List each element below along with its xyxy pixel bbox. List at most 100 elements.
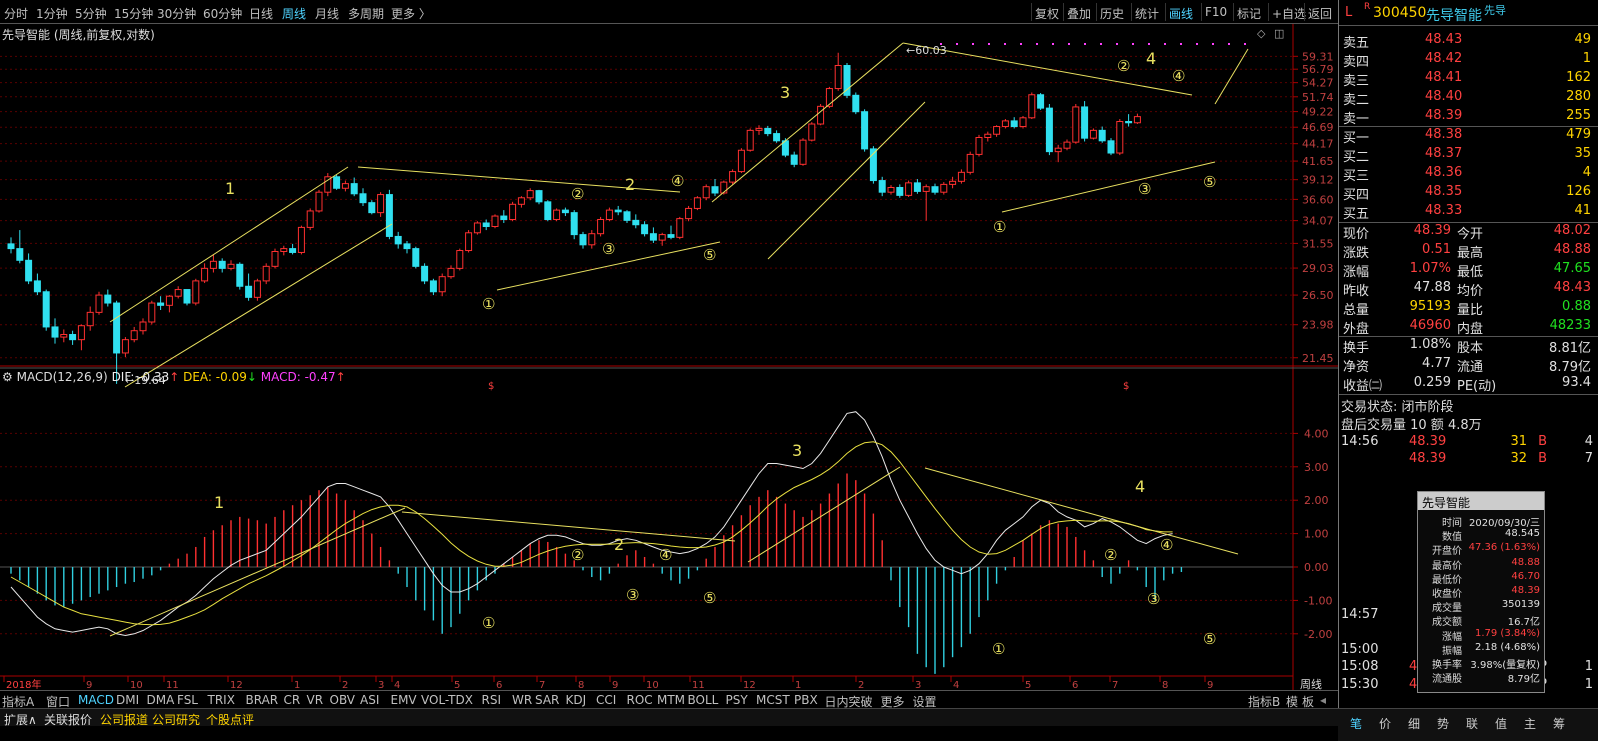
tooltip-row: 涨幅 1.79 (3.84%) [1418, 628, 1544, 643]
toolbar-stats[interactable]: 统计 [1131, 3, 1162, 21]
period-60min[interactable]: 60分钟 [203, 5, 242, 22]
macd-tick-label: 4.00 [1304, 427, 1329, 440]
tooltip-value: 8.79亿 [1507, 674, 1540, 686]
footer-company-research[interactable]: 公司研究 [152, 711, 200, 728]
right-footer-tab-0[interactable]: 笔 [1350, 715, 1362, 732]
footer-company-reports[interactable]: 公司报道 [100, 711, 148, 728]
indicator-tab-9[interactable]: VR [307, 693, 324, 707]
tooltip-value: 3.98%(量复权) [1470, 660, 1540, 671]
indicator-tab-2[interactable]: MACD [78, 693, 114, 707]
period-more[interactable]: 更多 〉 [391, 5, 431, 22]
candle [377, 194, 385, 214]
right-footer-tab-2[interactable]: 细 [1408, 715, 1420, 732]
period-30min[interactable]: 30分钟 [157, 5, 196, 22]
candle [236, 263, 244, 287]
period-5min[interactable]: 5分钟 [75, 5, 107, 22]
dif-up-arrow-icon: ↑ [169, 370, 180, 384]
indicator-tab-17[interactable]: KDJ [566, 693, 587, 707]
trend-line[interactable] [1001, 161, 1216, 213]
period-monthly[interactable]: 月线 [315, 5, 339, 22]
quote-row: 涨幅 1.07% 最低 47.65 [1339, 260, 1598, 280]
dot-marker [1196, 43, 1198, 45]
toolbar-overlay[interactable]: 叠加 [1063, 3, 1094, 21]
period-15min[interactable]: 15分钟 [114, 5, 153, 22]
bid-label: 买二 [1343, 150, 1370, 165]
ask-volume: 49 [1574, 32, 1591, 47]
indicator-tab-10[interactable]: OBV [330, 693, 356, 707]
indicator-tab-18[interactable]: CCI [596, 693, 616, 707]
footer-related-quotes[interactable]: 关联报价 [44, 711, 92, 728]
toolbar-mark[interactable]: 标记 [1233, 3, 1264, 21]
trend-line[interactable] [1214, 48, 1249, 105]
right-footer-tab-1[interactable]: 价 [1379, 715, 1391, 732]
trend-line[interactable] [747, 466, 901, 563]
expand-icon[interactable]: ◫ [1274, 27, 1284, 40]
trend-line[interactable] [401, 511, 736, 542]
price-tick-label: 51.74 [1302, 91, 1334, 104]
period-fenshi[interactable]: 分时 [4, 5, 28, 22]
right-footer-tab-6[interactable]: 主 [1524, 715, 1536, 732]
toolbar-draw[interactable]: 画线 [1165, 3, 1196, 21]
dot-marker [1180, 43, 1182, 45]
tick-price: 48.39 [1409, 451, 1447, 466]
candle [553, 209, 561, 220]
indicator-tab-7[interactable]: BRAR [246, 693, 279, 707]
indicator-tab-15[interactable]: WR [512, 693, 532, 707]
period-daily[interactable]: 日线 [249, 5, 273, 22]
quote-label: 昨收 [1343, 284, 1370, 299]
toolbar-back[interactable]: 返回 [1304, 3, 1335, 21]
right-footer-tab-4[interactable]: 联 [1466, 715, 1478, 732]
indicator-tab-8[interactable]: CR [284, 693, 301, 707]
tooltip-value: 46.70 [1511, 570, 1540, 582]
toolbar-f10[interactable]: F10 [1201, 3, 1230, 21]
indicator-tab-24[interactable]: PBX [794, 693, 818, 707]
toolbar-fuquan[interactable]: 复权 [1031, 3, 1062, 21]
trend-line[interactable] [124, 223, 393, 388]
period-1min[interactable]: 1分钟 [36, 5, 68, 22]
candle [412, 248, 420, 267]
indicator-tab-11[interactable]: ASI [360, 693, 379, 707]
toolbar-add-favorite[interactable]: +自选 [1268, 3, 1309, 21]
stock-subname: 先导 [1484, 4, 1506, 17]
chart-area[interactable]: 1 2341234①②③④⑤①②③④⑤①②③④⑤①②③④⑤←60.03←19.64… [0, 24, 1338, 694]
indicator-tab-4[interactable]: DMA [147, 693, 175, 707]
right-footer-tab-3[interactable]: 势 [1437, 715, 1449, 732]
period-weekly[interactable]: 周线 [282, 5, 306, 22]
indicator-tab-14[interactable]: RSI [482, 693, 502, 707]
quote-label: 外盘 [1343, 322, 1370, 337]
candle [148, 302, 156, 323]
macd-settings-icon[interactable]: ⚙ [2, 370, 13, 384]
diamond-icon[interactable]: ◇ [1257, 27, 1266, 40]
indicator-tab-12[interactable]: EMV [391, 693, 417, 707]
candle [77, 325, 85, 341]
footer-stock-comments[interactable]: 个股点评 [206, 711, 254, 728]
candle [570, 212, 578, 236]
right-footer-tab-7[interactable]: 筹 [1553, 715, 1565, 732]
indicator-tab-5[interactable]: FSL [177, 693, 198, 707]
indicator-tab-20[interactable]: MTM [657, 693, 685, 707]
indicator-tab-23[interactable]: MCST [756, 693, 790, 707]
dot-marker [1116, 43, 1118, 45]
right-footer-tab-5[interactable]: 值 [1495, 715, 1507, 732]
wave-label-1: 1 [214, 493, 224, 512]
candle [245, 285, 253, 298]
indicator-tab-16[interactable]: SAR [535, 693, 559, 707]
macd-tick-label: 3.00 [1304, 461, 1329, 474]
trend-line[interactable] [767, 101, 926, 260]
candle [1001, 120, 1009, 128]
candle [253, 280, 261, 298]
indicator-tab-19[interactable]: ROC [627, 693, 653, 707]
indicator-tab-22[interactable]: PSY [726, 693, 748, 707]
price-tick-label: 31.55 [1302, 237, 1334, 250]
toolbar-history[interactable]: 历史 [1096, 3, 1127, 21]
indicator-tab-6[interactable]: TRIX [208, 693, 235, 707]
period-multi[interactable]: 多周期 [348, 5, 384, 22]
candle [878, 180, 886, 193]
scroll-left-icon[interactable]: ◂ [1320, 693, 1326, 707]
footer-expand[interactable]: 扩展∧ [4, 711, 37, 728]
indicator-tab-13[interactable]: VOL-TDX [421, 693, 473, 707]
trend-line[interactable] [924, 467, 1239, 555]
indicator-tab-3[interactable]: DMI [116, 693, 139, 707]
indicator-tab-21[interactable]: BOLL [688, 693, 719, 707]
candle [183, 289, 191, 304]
